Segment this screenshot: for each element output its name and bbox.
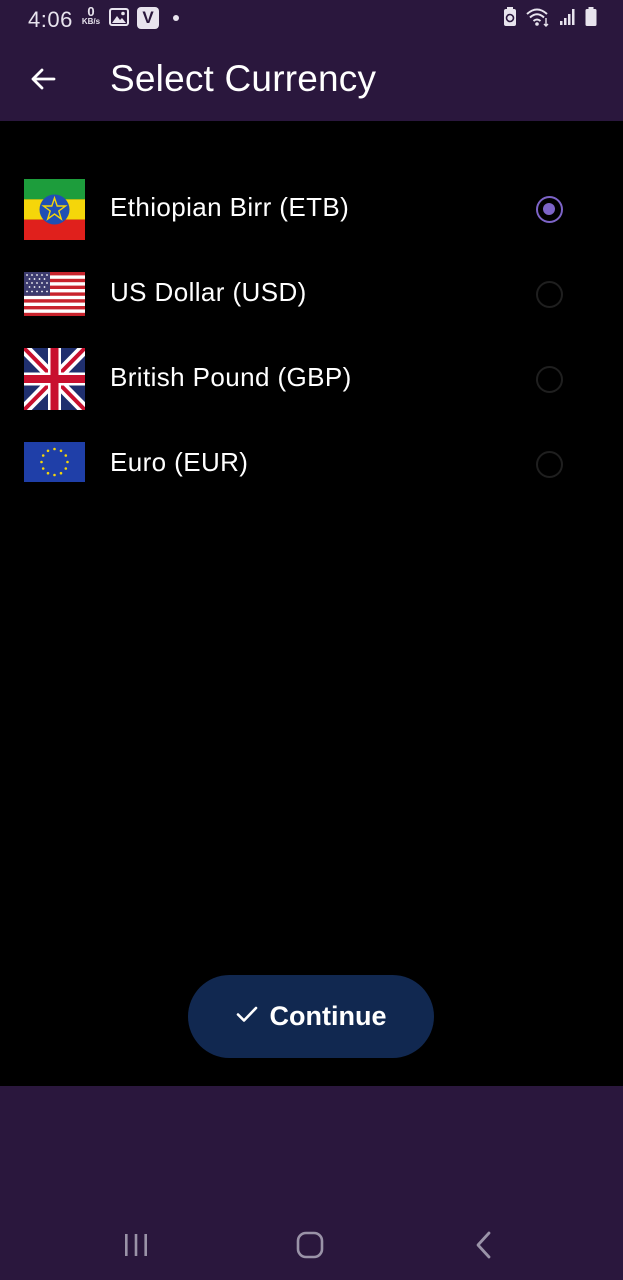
- status-time: 4:06: [28, 7, 73, 32]
- wifi-icon: [525, 7, 551, 32]
- usa-flag-icon: [24, 272, 85, 316]
- currency-list: Ethiopian Birr (ETB) US Dollar (USD) Bri…: [0, 164, 623, 504]
- page-title: Select Currency: [110, 58, 377, 99]
- continue-button[interactable]: Continue: [188, 975, 434, 1058]
- recents-icon[interactable]: [116, 1228, 156, 1262]
- check-icon: [236, 1005, 258, 1028]
- home-icon[interactable]: [290, 1228, 330, 1262]
- signal-strength-icon: [559, 8, 577, 31]
- currency-radio-etb[interactable]: [536, 196, 563, 223]
- back-arrow-icon[interactable]: [22, 58, 64, 100]
- app-notification-icon: V: [137, 7, 159, 29]
- currency-radio-eur[interactable]: [536, 451, 563, 478]
- currency-item-usd[interactable]: US Dollar (USD): [0, 249, 623, 334]
- uk-flag-icon: [24, 348, 85, 410]
- battery-icon: [585, 6, 597, 32]
- gallery-notification-icon: [109, 8, 129, 31]
- currency-radio-gbp[interactable]: [536, 366, 563, 393]
- currency-label: Euro (EUR): [110, 447, 249, 477]
- app-bar: Select Currency: [0, 38, 623, 121]
- status-right-icons: [503, 6, 597, 32]
- currency-radio-usd[interactable]: [536, 281, 563, 308]
- back-icon[interactable]: [464, 1228, 504, 1262]
- currency-label: Ethiopian Birr (ETB): [110, 192, 350, 222]
- currency-label: British Pound (GBP): [110, 362, 352, 392]
- currency-item-etb[interactable]: Ethiopian Birr (ETB): [0, 164, 623, 249]
- currency-label: US Dollar (USD): [110, 277, 307, 307]
- network-speed-unit: KB/s: [81, 17, 101, 26]
- battery-saver-icon: [503, 6, 517, 32]
- currency-item-gbp[interactable]: British Pound (GBP): [0, 334, 623, 419]
- status-bar: 4:06 0 KB/s V: [0, 0, 623, 38]
- ethiopia-flag-icon: [24, 179, 85, 240]
- more-notifications-dot-icon: [173, 15, 179, 21]
- network-speed-indicator: 0 KB/s: [80, 5, 102, 26]
- currency-item-eur[interactable]: Euro (EUR): [0, 419, 623, 504]
- eu-flag-icon: [24, 442, 85, 482]
- continue-button-label: Continue: [269, 1001, 387, 1031]
- radio-selected-dot: [543, 203, 555, 215]
